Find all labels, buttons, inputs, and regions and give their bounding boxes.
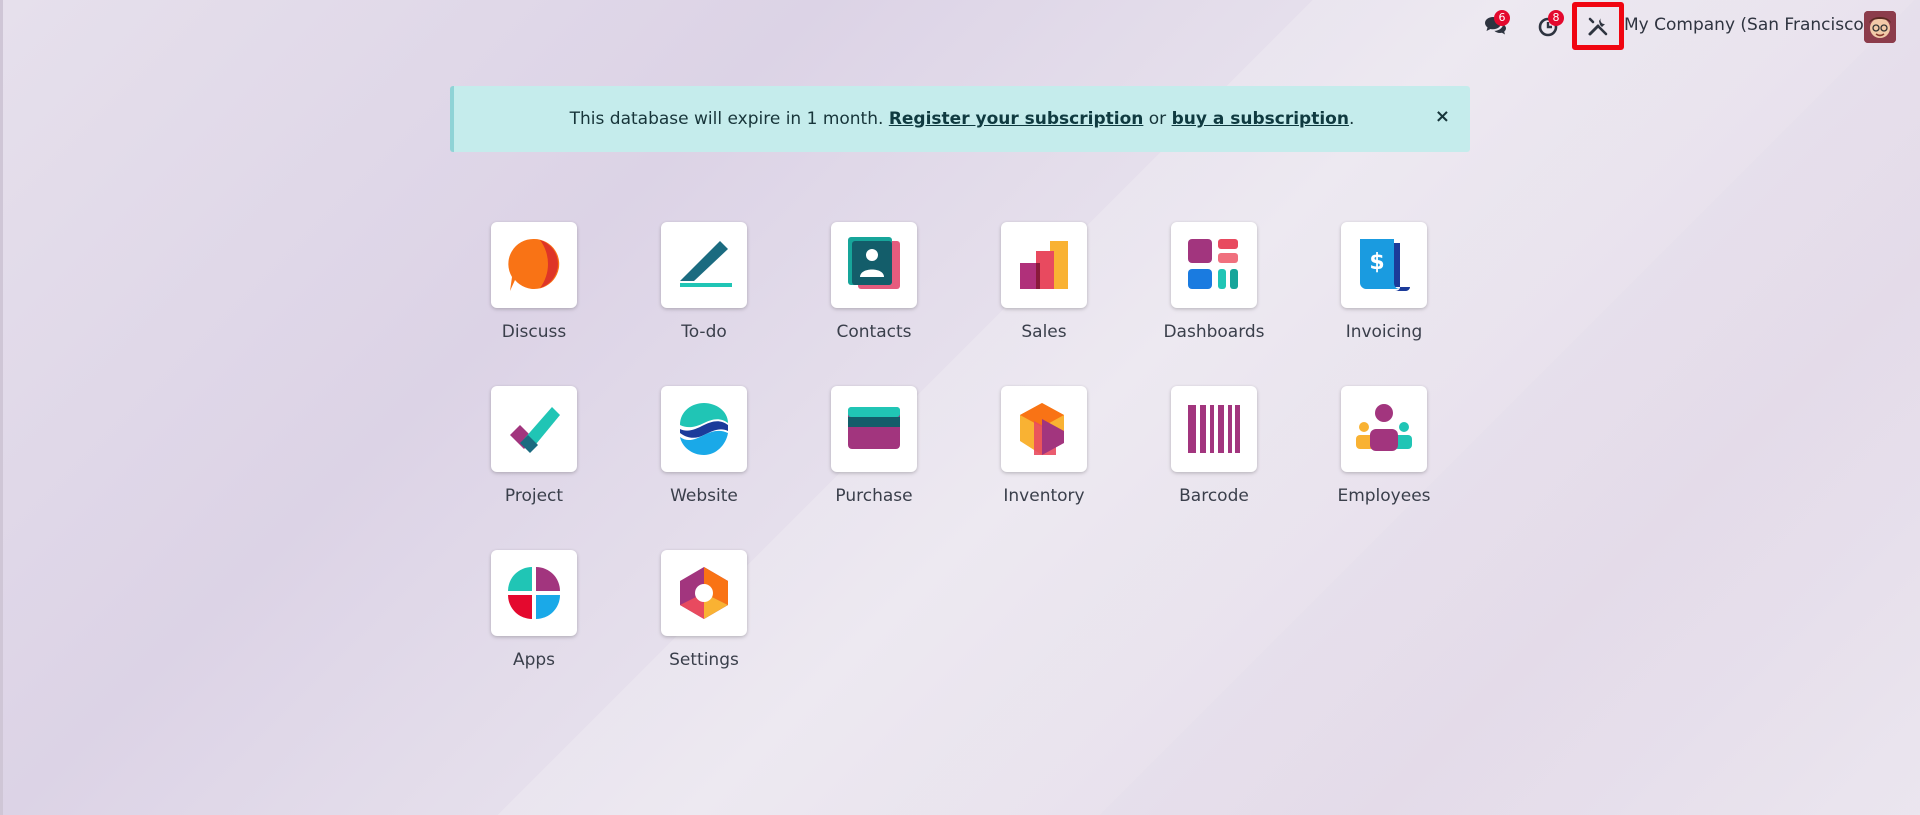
app-barcode[interactable]: Barcode xyxy=(1149,386,1279,526)
todo-icon xyxy=(680,241,732,287)
project-icon xyxy=(510,407,560,453)
app-label: Employees xyxy=(1337,486,1431,506)
app-todo[interactable]: To-do xyxy=(639,222,769,362)
app-label: Sales xyxy=(1021,322,1067,342)
app-tile xyxy=(1171,386,1257,472)
banner-text: This database will expire in 1 month. xyxy=(569,109,884,129)
app-tile xyxy=(491,386,577,472)
left-edge xyxy=(0,0,3,815)
app-label: Inventory xyxy=(1003,486,1085,506)
app-settings[interactable]: Settings xyxy=(639,550,769,690)
banner-period: . xyxy=(1348,109,1355,129)
app-tile xyxy=(1341,386,1427,472)
app-tile xyxy=(491,550,577,636)
app-tile xyxy=(491,222,577,308)
dashboards-icon xyxy=(1188,239,1238,289)
activities-badge: 8 xyxy=(1548,10,1564,26)
app-label: Contacts xyxy=(836,322,912,342)
sales-icon xyxy=(1020,241,1068,289)
app-project[interactable]: Project xyxy=(469,386,599,526)
activities-button[interactable]: 8 xyxy=(1528,10,1568,42)
tools-icon xyxy=(1588,17,1608,36)
svg-text:$: $ xyxy=(1369,250,1384,275)
user-avatar[interactable] xyxy=(1864,11,1896,43)
close-banner-button[interactable]: × xyxy=(1435,106,1450,127)
avatar-icon xyxy=(1864,11,1896,43)
settings-icon xyxy=(680,567,728,619)
app-label: Website xyxy=(670,486,738,506)
app-label: Settings xyxy=(669,650,739,670)
debug-tools-button[interactable] xyxy=(1572,2,1624,50)
app-label: Apps xyxy=(512,650,556,670)
app-tile xyxy=(661,550,747,636)
app-dashboards[interactable]: Dashboards xyxy=(1149,222,1279,362)
purchase-icon xyxy=(848,407,900,449)
app-label: To-do xyxy=(681,322,727,342)
website-icon xyxy=(680,403,728,455)
app-tile xyxy=(831,386,917,472)
messages-button[interactable]: 6 xyxy=(1476,10,1516,42)
app-label: Discuss xyxy=(501,322,567,342)
inventory-icon xyxy=(1020,403,1064,455)
app-apps[interactable]: Apps xyxy=(469,550,599,690)
app-employees[interactable]: Employees xyxy=(1319,386,1449,526)
app-tile xyxy=(661,222,747,308)
app-sales[interactable]: Sales xyxy=(979,222,1109,362)
buy-subscription-link[interactable]: buy a subscription xyxy=(1172,109,1349,129)
app-tile xyxy=(831,222,917,308)
app-inventory[interactable]: Inventory xyxy=(979,386,1109,526)
discuss-icon xyxy=(508,238,560,291)
app-tile xyxy=(1171,222,1257,308)
apps-icon xyxy=(508,567,560,619)
subscription-banner: This database will expire in 1 month. Re… xyxy=(450,86,1470,152)
app-invoicing[interactable]: $ Invoicing xyxy=(1319,222,1449,362)
banner-or: or xyxy=(1148,109,1167,129)
top-navbar: 6 8 My Company (San Francisco) xyxy=(0,0,1920,52)
app-website[interactable]: Website xyxy=(639,386,769,526)
app-label: Invoicing xyxy=(1345,322,1423,342)
app-tile xyxy=(1001,386,1087,472)
company-switcher[interactable]: My Company (San Francisco) xyxy=(1624,15,1870,35)
app-contacts[interactable]: Contacts xyxy=(809,222,939,362)
app-tile xyxy=(661,386,747,472)
app-label: Dashboards xyxy=(1163,322,1265,342)
app-label: Barcode xyxy=(1179,486,1249,506)
register-subscription-link[interactable]: Register your subscription xyxy=(889,109,1144,129)
app-tile xyxy=(1001,222,1087,308)
employees-icon xyxy=(1356,404,1412,451)
invoicing-icon: $ xyxy=(1360,239,1410,291)
app-purchase[interactable]: Purchase xyxy=(809,386,939,526)
barcode-icon xyxy=(1188,405,1240,453)
contacts-icon xyxy=(848,237,900,289)
app-label: Purchase xyxy=(835,486,913,506)
messages-badge: 6 xyxy=(1494,10,1510,26)
app-discuss[interactable]: Discuss xyxy=(469,222,599,362)
app-tile: $ xyxy=(1341,222,1427,308)
app-label: Project xyxy=(504,486,564,506)
